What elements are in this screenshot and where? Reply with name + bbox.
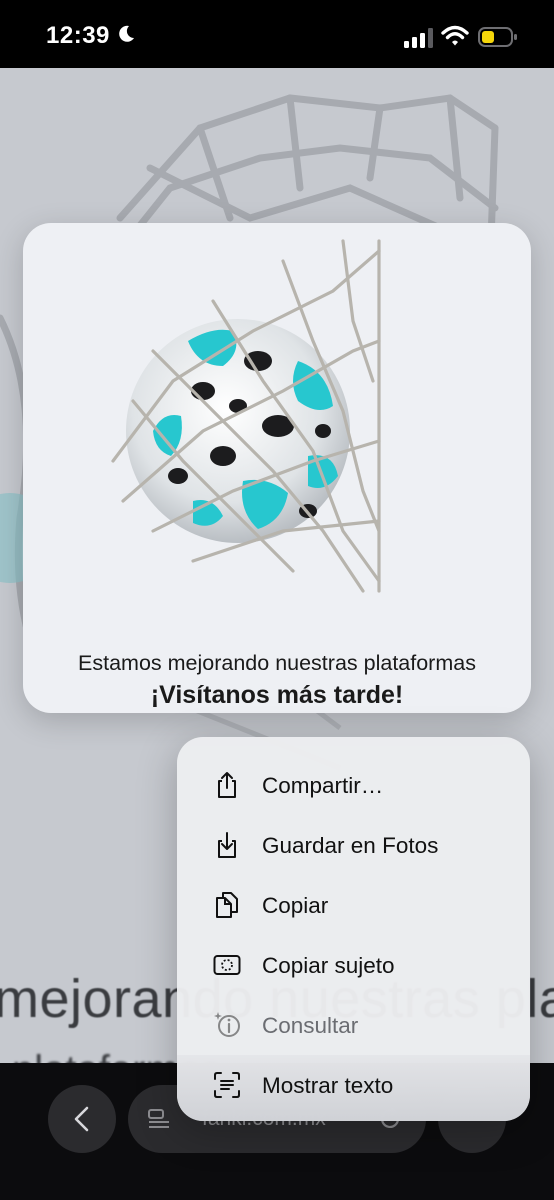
wifi-icon xyxy=(441,25,469,46)
menu-item-label: Copiar xyxy=(262,893,329,918)
menu-item-share[interactable]: Compartir… xyxy=(177,755,530,815)
copy-subject-icon xyxy=(213,955,241,975)
back-button[interactable] xyxy=(48,1085,116,1153)
soccer-ball-net-image xyxy=(111,239,381,593)
moon-icon xyxy=(119,25,134,42)
context-menu: Compartir… Guardar en Fotos Copiar Copia… xyxy=(177,737,530,1121)
signal-icon xyxy=(404,28,433,48)
menu-item-label: Mostrar texto xyxy=(262,1073,394,1098)
menu-item-copy[interactable]: Copiar xyxy=(177,875,530,935)
menu-item-show-text[interactable]: Mostrar texto xyxy=(177,1055,530,1121)
status-bar: 12:39 xyxy=(0,0,554,68)
menu-item-label: Guardar en Fotos xyxy=(262,833,439,858)
battery-icon xyxy=(478,27,517,47)
share-icon xyxy=(218,772,236,798)
status-time: 12:39 xyxy=(46,22,110,49)
back-icon xyxy=(74,1106,89,1132)
menu-item-save-to-photos[interactable]: Guardar en Fotos xyxy=(177,815,530,875)
menu-item-copy-subject[interactable]: Copiar sujeto xyxy=(177,935,530,995)
show-text-icon xyxy=(214,1072,240,1098)
menu-item-label: Compartir… xyxy=(262,773,384,798)
image-preview-card: Estamos mejorando nuestras plataformas ¡… xyxy=(23,223,531,713)
menu-item-label: Consultar xyxy=(262,1013,359,1038)
look-up-icon xyxy=(214,1012,240,1037)
save-to-photos-icon xyxy=(218,832,236,858)
banner-call-to-action: ¡Visítanos más tarde! xyxy=(150,681,404,709)
banner-message: Estamos mejorando nuestras plataformas xyxy=(78,651,476,675)
menu-item-look-up[interactable]: Consultar xyxy=(177,995,530,1055)
menu-item-label: Copiar sujeto xyxy=(262,953,395,978)
page-menu-icon xyxy=(148,1109,169,1128)
copy-icon xyxy=(216,892,238,918)
